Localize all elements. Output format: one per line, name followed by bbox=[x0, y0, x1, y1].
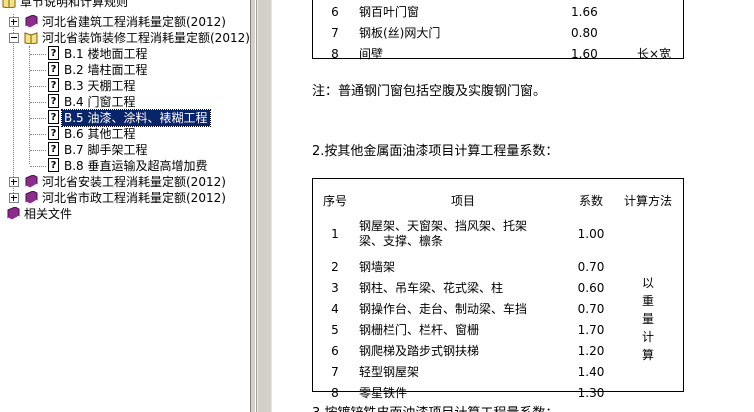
help-doc-icon: ? bbox=[48, 126, 59, 140]
table-row: 1 钢屋架、天窗架、挡风架、托架 梁、支撑、檩条 1.00 bbox=[331, 219, 605, 248]
book-icon bbox=[25, 15, 38, 28]
table-row: 8 间壁 1.60 长×宽 bbox=[331, 46, 672, 62]
next-section-title: 3.按镀锌铁皮面油漆项目计算工程量系数： bbox=[312, 402, 558, 412]
table-row: 6 钢百叶门窗 1.66 bbox=[331, 4, 598, 20]
expand-plus-icon[interactable] bbox=[9, 17, 19, 27]
book-icon bbox=[25, 175, 38, 188]
tree-item-label: B.4 门窗工程 bbox=[64, 95, 136, 109]
tree-item-label: B.5 油漆、涂料、裱糊工程 bbox=[61, 109, 211, 127]
scrollbar-thumb[interactable] bbox=[258, 0, 271, 412]
tree-item-label: 河北省安装工程消耗量定额(2012) bbox=[42, 175, 226, 189]
help-doc-icon: ? bbox=[48, 158, 59, 172]
help-doc-icon: ? bbox=[48, 110, 59, 124]
section-title: 2.按其他金属面油漆项目计算工程量系数： bbox=[312, 144, 559, 159]
chapter-tree[interactable]: 章节说明和计算规则 河北省建筑工程消耗量定额(2012) 河北省装饰装修工程消耗… bbox=[0, 0, 250, 412]
help-doc-icon: ? bbox=[48, 94, 59, 108]
tree-item-label: B.7 脚手架工程 bbox=[64, 143, 148, 157]
table-row: 2 钢墙架 0.70 以 重 量 计 算 bbox=[313, 256, 683, 363]
table-header-row: 序号 项目 系数 计算方法 bbox=[322, 193, 672, 208]
tree-item-label: 相关文件 bbox=[24, 207, 73, 221]
table1: 6 钢百叶门窗 1.66 7 钢板(丝)网大门 0.80 8 间壁 1.60 长… bbox=[313, 1, 683, 64]
tree-connector bbox=[29, 46, 30, 164]
table-row: 8 零星铁件 1.30 bbox=[331, 385, 605, 401]
tree-item-label: 河北省装饰装修工程消耗量定额(2012) bbox=[42, 31, 250, 45]
tree-item-label: 河北省建筑工程消耗量定额(2012) bbox=[42, 15, 226, 29]
tree-item-label: B.8 垂直运输及超高增加费 bbox=[64, 159, 208, 173]
tree-item-label: B.3 天棚工程 bbox=[64, 79, 136, 93]
book-icon bbox=[25, 191, 38, 204]
note-text: 注：普通钢门窗包括空腹及实腹钢门窗。 bbox=[312, 84, 547, 99]
open-book-icon bbox=[2, 0, 16, 8]
book-icon bbox=[7, 207, 20, 220]
tree-item-label: B.6 其他工程 bbox=[64, 127, 136, 141]
help-doc-icon: ? bbox=[48, 142, 59, 156]
tree-item-label: B.2 墙柱面工程 bbox=[64, 63, 148, 77]
tree-item-label: 河北省市政工程消耗量定额(2012) bbox=[42, 191, 226, 205]
help-doc-icon: ? bbox=[48, 62, 59, 76]
tree-root-label: 章节说明和计算规则 bbox=[20, 0, 129, 9]
expand-plus-icon[interactable] bbox=[9, 177, 19, 187]
table2: 序号 项目 系数 计算方法 1 钢屋架、天窗架、挡风架、托架 梁、支撑、檩条 1… bbox=[313, 188, 683, 403]
help-doc-icon: ? bbox=[48, 78, 59, 92]
open-book-icon bbox=[24, 32, 38, 44]
table-row: 7 钢板(丝)网大门 0.80 bbox=[331, 25, 598, 41]
vertical-scrollbar[interactable] bbox=[256, 0, 272, 412]
tree-item-label: B.1 楼地面工程 bbox=[64, 47, 148, 61]
collapse-minus-icon[interactable] bbox=[9, 33, 19, 43]
help-doc-icon: ? bbox=[48, 46, 59, 60]
expand-plus-icon[interactable] bbox=[9, 193, 19, 203]
method-cell: 以 重 量 计 算 bbox=[641, 276, 654, 362]
document-pane: 6 钢百叶门窗 1.66 7 钢板(丝)网大门 0.80 8 间壁 1.60 长… bbox=[272, 0, 754, 412]
